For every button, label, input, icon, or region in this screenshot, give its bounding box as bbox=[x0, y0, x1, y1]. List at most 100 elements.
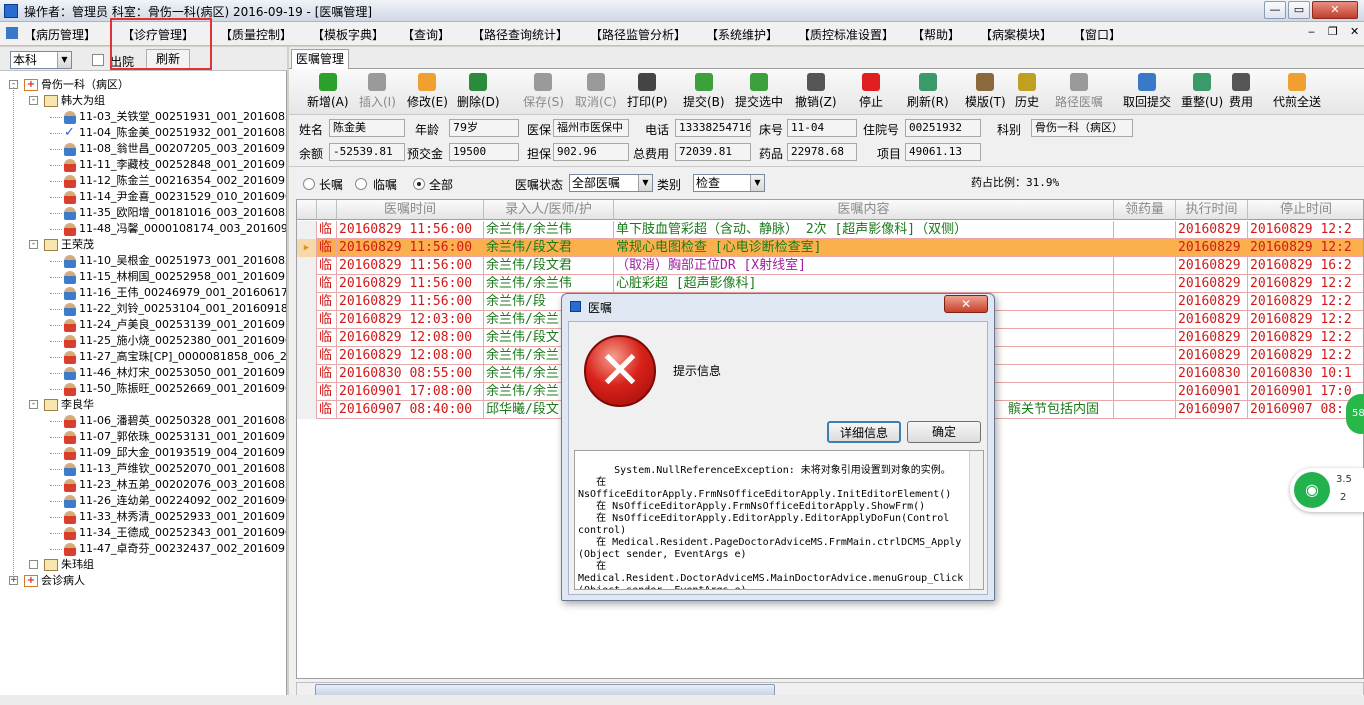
temp-order-radio[interactable] bbox=[355, 178, 367, 190]
menu-record[interactable]: 【病历管理】 bbox=[24, 26, 96, 43]
tree-patient-item[interactable]: 11-03_关铁堂_00251931_001_2016082 bbox=[64, 109, 286, 125]
tree-patient-item[interactable]: 11-48_冯馨_0000108174_003_2016090 bbox=[64, 221, 286, 237]
tree-patient-item[interactable]: 11-08_翁世昌_00207205_003_2016091 bbox=[64, 141, 286, 157]
tree-patient-item[interactable]: 11-34_王德成_00252343_001_2016090 bbox=[64, 525, 286, 541]
table-row[interactable]: 临 20160829 11:56:00 余兰伟/余兰伟 单下肢血管彩超（含动、静脉） … bbox=[297, 221, 1363, 239]
menu-path-analysis[interactable]: 【路径监管分析】 bbox=[590, 26, 686, 43]
table-row[interactable]: 临 20160829 11:56:00 余兰伟/余兰伟 心脏彩超 [超声影像科] 201… bbox=[297, 275, 1363, 293]
menu-query[interactable]: 【查询】 bbox=[402, 26, 450, 43]
history-button[interactable]: 历史 bbox=[1015, 73, 1039, 110]
reorganize-button[interactable]: 重整(U) bbox=[1181, 73, 1223, 110]
tree-patient-item[interactable]: 11-50_陈振旺_00252669_001_2016090 bbox=[64, 381, 286, 397]
path-order-button[interactable]: 路径医嘱 bbox=[1055, 73, 1103, 110]
menu-case[interactable]: 【病案模块】 bbox=[980, 26, 1052, 43]
wifi-widget[interactable]: ◉ 3.5 2 bbox=[1290, 468, 1364, 512]
stop-button[interactable]: 停止 bbox=[859, 73, 883, 110]
mdi-minimize-icon[interactable]: ‒ bbox=[1308, 25, 1315, 38]
dialog-close-button[interactable]: ✕ bbox=[944, 295, 988, 313]
save-button[interactable]: 保存(S) bbox=[523, 73, 564, 110]
float-badge[interactable]: 58 bbox=[1346, 394, 1364, 434]
menu-template[interactable]: 【模板字典】 bbox=[312, 26, 384, 43]
insert-button[interactable]: 插入(I) bbox=[359, 73, 396, 110]
tree-patient-item[interactable]: 11-23_林五弟_00202076_003_2016082 bbox=[64, 477, 286, 493]
template-button[interactable]: 模版(T) bbox=[965, 73, 1006, 110]
menu-path-stats[interactable]: 【路径查询统计】 bbox=[472, 26, 568, 43]
menu-diagnosis[interactable]: 【诊疗管理】 bbox=[122, 26, 194, 43]
discharged-checkbox[interactable] bbox=[92, 54, 104, 66]
menu-qc-standard[interactable]: 【质控标准设置】 bbox=[798, 26, 894, 43]
grid-header-kind[interactable] bbox=[317, 200, 337, 220]
tree-patient-item[interactable]: 11-12_陈金兰_00216354_002_2016091 bbox=[64, 173, 286, 189]
details-button[interactable]: 详细信息 bbox=[827, 421, 901, 443]
menu-window[interactable]: 【窗口】 bbox=[1073, 26, 1121, 43]
tree-patient-item[interactable]: 11-24_卢美良_00253139_001_2016091 bbox=[64, 317, 286, 333]
submit-selected-button[interactable]: 提交选中 bbox=[735, 73, 783, 110]
edit-button[interactable]: 修改(E) bbox=[407, 73, 448, 110]
collapse-icon[interactable]: - bbox=[29, 240, 38, 249]
tree-root[interactable]: + 骨伤一科（病区） bbox=[24, 77, 129, 93]
close-button[interactable]: ✕ bbox=[1312, 1, 1358, 19]
tree-patient-item[interactable]: ✓ 11-04_陈金美_00251932_001_2016082 bbox=[64, 125, 286, 141]
decoct-button[interactable]: 代煎全送 bbox=[1273, 73, 1321, 110]
new-button[interactable]: 新增(A) bbox=[307, 73, 349, 110]
grid-header-exec[interactable]: 执行时间 bbox=[1176, 200, 1248, 220]
tree-consult[interactable]: + 会诊病人 bbox=[24, 573, 85, 589]
type-combo[interactable]: 检查 ▼ bbox=[693, 174, 765, 192]
dept-combo[interactable]: 本科 ▼ bbox=[10, 51, 72, 69]
tree-patient-item[interactable]: 11-27_高宝珠[CP]_0000081858_006_2 bbox=[64, 349, 286, 365]
grid-header-dispense[interactable]: 领药量 bbox=[1114, 200, 1176, 220]
collapse-icon[interactable]: - bbox=[29, 96, 38, 105]
delete-button[interactable]: 删除(D) bbox=[457, 73, 500, 110]
minimize-button[interactable]: — bbox=[1264, 1, 1286, 19]
collapse-icon[interactable]: - bbox=[29, 400, 38, 409]
tree-group[interactable]: 韩大为组 bbox=[44, 93, 105, 109]
ok-button[interactable]: 确定 bbox=[907, 421, 981, 443]
tree-patient-item[interactable]: 11-13_芦维钦_00252070_001_2016083 bbox=[64, 461, 286, 477]
tree-patient-item[interactable]: 11-07_郭依珠_00253131_001_2016091 bbox=[64, 429, 286, 445]
refresh-button[interactable]: 刷新(R) bbox=[907, 73, 949, 110]
fee-button[interactable]: 费用 bbox=[1229, 73, 1253, 110]
tree-patient-item[interactable]: 11-25_施小烧_00252380_001_2016090 bbox=[64, 333, 286, 349]
tree-patient-item[interactable]: 11-46_林灯宋_00253050_001_2016091 bbox=[64, 365, 286, 381]
cancel-button[interactable]: 取消(C) bbox=[575, 73, 617, 110]
mdi-close-icon[interactable]: ✕ bbox=[1350, 25, 1359, 38]
tree-patient-item[interactable]: 11-47_卓奇芬_00232437_002_2016091 bbox=[64, 541, 286, 557]
tree-patient-item[interactable]: 11-35_欧阳增_00181016_003_2016082 bbox=[64, 205, 286, 221]
tree-patient-item[interactable]: 11-26_连幼弟_00224092_002_2016090 bbox=[64, 493, 286, 509]
table-row[interactable]: ▶ 临 20160829 11:56:00 余兰伟/段文君 常规心电图检查 [心电诊断检… bbox=[297, 239, 1363, 257]
tree-patient-item[interactable]: 11-22_刘铃_00253104_001_20160918 bbox=[64, 301, 286, 317]
tree-patient-item[interactable]: 11-06_潘碧英_00250328_001_2016080 bbox=[64, 413, 286, 429]
submit-button[interactable]: 提交(B) bbox=[683, 73, 725, 110]
status-combo[interactable]: 全部医嘱 ▼ bbox=[569, 174, 653, 192]
collapse-icon[interactable] bbox=[29, 560, 38, 569]
tree-patient-item[interactable]: 11-11_李藏枝_00252848_001_2016091 bbox=[64, 157, 286, 173]
grid-header-time[interactable]: 医嘱时间 bbox=[337, 200, 484, 220]
tree-patient-item[interactable]: 11-33_林秀清_00252933_001_2016091 bbox=[64, 509, 286, 525]
tree-patient-item[interactable]: 11-14_尹金喜_00231529_010_2016090 bbox=[64, 189, 286, 205]
long-order-radio[interactable] bbox=[303, 178, 315, 190]
details-scrollbar[interactable] bbox=[969, 451, 983, 589]
mdi-restore-icon[interactable]: ❐ bbox=[1328, 25, 1338, 38]
tree-group[interactable]: 朱玮组 bbox=[44, 557, 94, 573]
tree-patient-item[interactable]: 11-15_林桐国_00252958_001_2016091 bbox=[64, 269, 286, 285]
menu-quality[interactable]: 【质量控制】 bbox=[220, 26, 292, 43]
all-order-radio[interactable] bbox=[413, 178, 425, 190]
grid-header-doctor[interactable]: 录入人/医师/护 bbox=[484, 200, 614, 220]
tree-patient-item[interactable]: 11-10_吴根金_00251973_001_2016082 bbox=[64, 253, 286, 269]
refresh-button[interactable]: 刷新 bbox=[146, 49, 190, 69]
tab-order-management[interactable]: 医嘱管理 bbox=[291, 49, 350, 69]
table-row[interactable]: 临 20160829 11:56:00 余兰伟/段文君 （取消）胸部正位DR [X射线… bbox=[297, 257, 1363, 275]
tree-group[interactable]: 王荣茂 bbox=[44, 237, 94, 253]
grid-header-content[interactable]: 医嘱内容 bbox=[614, 200, 1114, 220]
tree-patient-item[interactable]: 11-09_邱大金_00193519_004_2016091 bbox=[64, 445, 286, 461]
tree-patient-item[interactable]: 11-16_王伟_00246979_001_20160617 bbox=[64, 285, 286, 301]
maximize-button[interactable]: ▭ bbox=[1288, 1, 1310, 19]
grid-header-stop[interactable]: 停止时间 bbox=[1248, 200, 1363, 220]
menu-system[interactable]: 【系统维护】 bbox=[706, 26, 778, 43]
revoke-button[interactable]: 撤销(Z) bbox=[795, 73, 837, 110]
menu-help[interactable]: 【帮助】 bbox=[912, 26, 960, 43]
tree-group[interactable]: 李良华 bbox=[44, 397, 94, 413]
print-button[interactable]: 打印(P) bbox=[627, 73, 668, 110]
exception-details[interactable]: System.NullReferenceException: 未将对象引用设置到… bbox=[574, 450, 984, 590]
retrieve-button[interactable]: 取回提交 bbox=[1123, 73, 1171, 110]
